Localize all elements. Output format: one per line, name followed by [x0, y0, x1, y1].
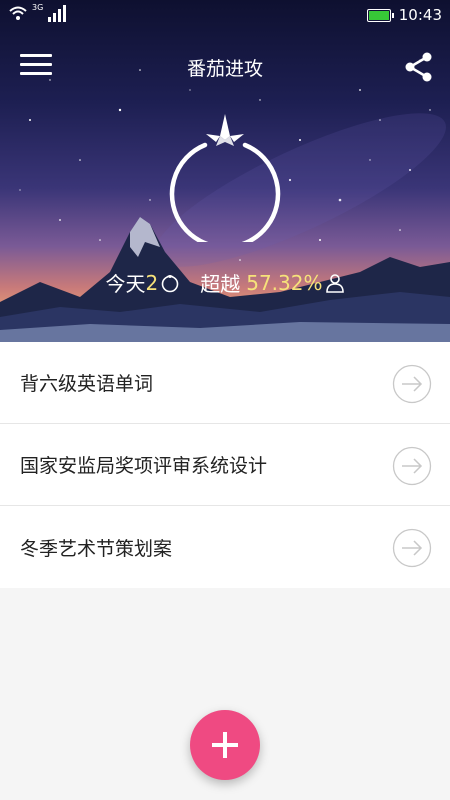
wifi-icon	[9, 6, 27, 20]
task-item[interactable]: 背六级英语单词	[0, 342, 450, 424]
page-title: 番茄进攻	[186, 58, 263, 80]
arrow-right-icon[interactable]	[392, 446, 432, 486]
user-icon	[325, 273, 344, 293]
status-bar: 3G 10:43	[0, 0, 450, 30]
task-item[interactable]: 冬季艺术节策划案	[0, 506, 450, 588]
app-bar: 番茄进攻	[0, 38, 450, 94]
tomato-icon	[161, 274, 179, 292]
task-list: 背六级英语单词 国家安监局奖项评审系统设计 冬季艺术节策划案	[0, 342, 450, 588]
pomodoro-timer-button[interactable]	[168, 112, 282, 242]
today-count: 2	[145, 270, 159, 295]
task-label: 国家安监局奖项评审系统设计	[20, 455, 268, 477]
arrow-right-icon[interactable]	[392, 528, 432, 568]
plus-icon	[212, 732, 238, 758]
status-time: 10:43	[398, 6, 442, 24]
task-label: 背六级英语单词	[20, 373, 154, 395]
stats-row: 今天 2 超越 57.32%	[0, 268, 450, 297]
task-item[interactable]: 国家安监局奖项评审系统设计	[0, 424, 450, 506]
today-label: 今天	[105, 272, 146, 296]
task-label: 冬季艺术节策划案	[20, 537, 173, 560]
signal-icon	[48, 5, 67, 22]
surpass-label: 超越	[200, 272, 241, 296]
share-icon[interactable]	[402, 50, 436, 84]
add-task-button[interactable]	[190, 710, 260, 780]
arrow-right-icon[interactable]	[392, 364, 432, 404]
battery-icon	[366, 8, 394, 22]
compass-needle-icon	[206, 114, 244, 146]
network-type: 3G	[32, 2, 44, 12]
surpass-percent: 57.32%	[246, 270, 323, 295]
